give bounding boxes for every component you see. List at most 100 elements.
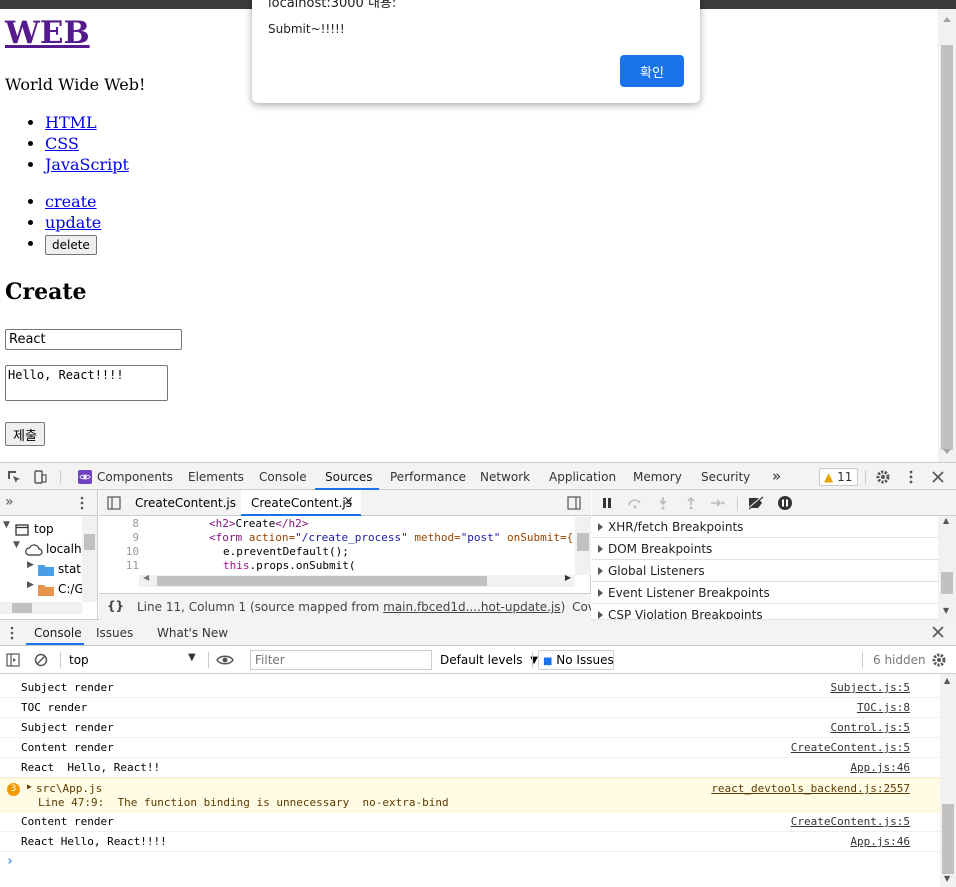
console-source-link[interactable]: TOC.js:8 (857, 698, 910, 718)
toggle-navigator-icon[interactable] (107, 496, 121, 510)
pause-on-exceptions-icon[interactable] (777, 495, 793, 511)
tab-security[interactable]: Security (701, 470, 750, 484)
editor-vscrollbar[interactable] (575, 517, 591, 575)
console-filter-input[interactable] (250, 650, 432, 670)
inspect-element-icon[interactable] (6, 469, 22, 485)
close-devtools-icon[interactable] (930, 469, 946, 485)
close-tab-icon[interactable]: × (343, 494, 354, 509)
close-drawer-icon[interactable] (932, 626, 944, 638)
pause-icon[interactable] (601, 497, 613, 509)
tab-performance[interactable]: Performance (390, 470, 466, 484)
drawer-tab-console[interactable]: Console (34, 626, 82, 640)
xhr-breakpoints-section[interactable]: XHR/fetch Breakpoints (592, 516, 938, 538)
issues-button[interactable]: ■ No Issues (538, 650, 614, 670)
toggle-debugger-icon[interactable] (567, 496, 581, 510)
step-out-icon[interactable] (686, 496, 696, 510)
console-source-link[interactable]: Subject.js:5 (831, 678, 910, 698)
global-listeners-section[interactable]: Global Listeners (592, 560, 938, 582)
step-over-icon[interactable] (627, 497, 643, 509)
tree-item-top[interactable]: ▼ top (0, 520, 82, 540)
tree-item-static[interactable]: ▶ stati (0, 560, 82, 580)
event-listener-breakpoints-section[interactable]: Event Listener Breakpoints (592, 582, 938, 604)
clear-console-icon[interactable] (34, 653, 48, 667)
page-scroll-thumb[interactable] (941, 45, 953, 450)
tab-sources[interactable]: Sources (325, 470, 372, 484)
tab-application[interactable]: Application (549, 470, 616, 484)
console-scroll-thumb[interactable] (942, 804, 954, 874)
tab-components[interactable]: Components (97, 470, 173, 484)
console-source-link[interactable]: CreateContent.js:5 (791, 738, 910, 758)
tab-memory[interactable]: Memory (633, 470, 682, 484)
navigator-vscrollbar[interactable] (82, 516, 97, 602)
drawer-menu-icon[interactable] (8, 626, 16, 640)
pretty-print-button[interactable]: {} (107, 599, 124, 613)
console-source-link[interactable]: react_devtools_backend.js:2557 (711, 782, 910, 795)
toc-link-css[interactable]: CSS (45, 134, 79, 153)
scroll-down-icon[interactable]: ▼ (944, 874, 950, 883)
editor-tab-active[interactable]: CreateContent.js (251, 496, 352, 510)
console-source-link[interactable]: CreateContent.js:5 (791, 812, 910, 832)
submit-button[interactable]: 제출 (5, 422, 45, 446)
expand-arrow-icon[interactable]: ▶ (27, 782, 32, 791)
source-map-link[interactable]: main.fbced1d....hot-update.js (383, 600, 560, 614)
step-icon[interactable] (710, 497, 726, 509)
editor-hscrollbar[interactable]: ◀ ▶ (139, 573, 575, 587)
create-link[interactable]: create (45, 192, 97, 211)
tree-item-localhost[interactable]: ▼ localhost (0, 540, 82, 560)
title-input[interactable] (5, 329, 182, 350)
console-settings-gear-icon[interactable] (931, 652, 947, 668)
step-into-icon[interactable] (658, 496, 668, 510)
console-source-link[interactable]: Control.js:5 (831, 718, 910, 738)
console-prompt[interactable]: › (6, 854, 14, 869)
debugger-scroll-thumb[interactable] (941, 572, 953, 594)
scroll-down-icon[interactable]: ▼ (943, 606, 949, 615)
editor-hscroll-thumb[interactable] (157, 576, 487, 586)
context-selector[interactable]: top ▼ (64, 650, 204, 670)
debugger-sidebar-scrollbar[interactable]: ▲ ▼ (938, 516, 956, 620)
console-source-link[interactable]: App.js:46 (850, 832, 910, 852)
live-expression-eye-icon[interactable] (216, 654, 234, 666)
navigator-hscrollbar[interactable] (0, 602, 82, 614)
delete-button[interactable]: delete (45, 235, 97, 255)
drawer-tab-issues[interactable]: Issues (96, 626, 133, 640)
page-scrollbar[interactable] (938, 9, 956, 462)
csp-breakpoints-section[interactable]: CSP Violation Breakpoints (592, 604, 938, 620)
console-scrollbar[interactable]: ▲ ▼ (940, 674, 956, 887)
console-source-link[interactable]: App.js:46 (850, 758, 910, 778)
tree-item-local-folder[interactable]: ▶ C:/G (0, 580, 82, 600)
code-view[interactable]: 8 9 10 11 12 <h2>Create</h2> <form actio… (99, 517, 575, 575)
dom-breakpoints-section[interactable]: DOM Breakpoints (592, 538, 938, 560)
settings-gear-icon[interactable] (875, 469, 891, 485)
desc-textarea[interactable]: Hello, React!!!! (5, 365, 168, 401)
control-list: create update delete (0, 191, 101, 255)
device-toolbar-icon[interactable] (32, 469, 48, 485)
toc-link-html[interactable]: HTML (45, 113, 97, 132)
update-link[interactable]: update (45, 213, 101, 232)
scroll-up-icon[interactable]: ▲ (944, 676, 950, 685)
site-title-link[interactable]: WEB (5, 15, 90, 51)
navigator-more-button[interactable]: » (5, 494, 14, 510)
editor-tab[interactable]: CreateContent.js (135, 496, 236, 510)
tab-elements[interactable]: Elements (188, 470, 244, 484)
warnings-badge[interactable]: ▲ 11 (819, 468, 858, 486)
dialog-ok-button[interactable]: 확인 (620, 55, 684, 87)
more-tabs-button[interactable]: » (772, 467, 781, 485)
log-levels-dropdown[interactable]: Default levels ▼ (440, 650, 538, 670)
console-warning[interactable]: 3 ▶ src\App.js Line 47:9: The function b… (0, 778, 940, 812)
tab-console[interactable]: Console (259, 470, 307, 484)
deactivate-breakpoints-icon[interactable] (747, 496, 765, 510)
console-sidebar-icon[interactable] (6, 653, 20, 667)
navigator-menu-icon[interactable] (76, 496, 88, 510)
toc-link-javascript[interactable]: JavaScript (45, 155, 129, 174)
editor-vscroll-thumb[interactable] (577, 533, 589, 551)
navigator-vscroll-thumb[interactable] (84, 534, 95, 550)
scroll-down-icon[interactable] (943, 449, 951, 454)
scroll-up-icon[interactable]: ▲ (943, 516, 949, 525)
kebab-menu-icon[interactable] (903, 469, 919, 485)
navigator-hscroll-thumb[interactable] (12, 603, 32, 613)
scroll-left-icon[interactable]: ◀ (143, 573, 149, 582)
scroll-right-icon[interactable]: ▶ (565, 573, 571, 582)
drawer-tab-whats-new[interactable]: What's New (157, 626, 228, 640)
scroll-up-icon[interactable] (943, 17, 951, 22)
tab-network[interactable]: Network (480, 470, 530, 484)
